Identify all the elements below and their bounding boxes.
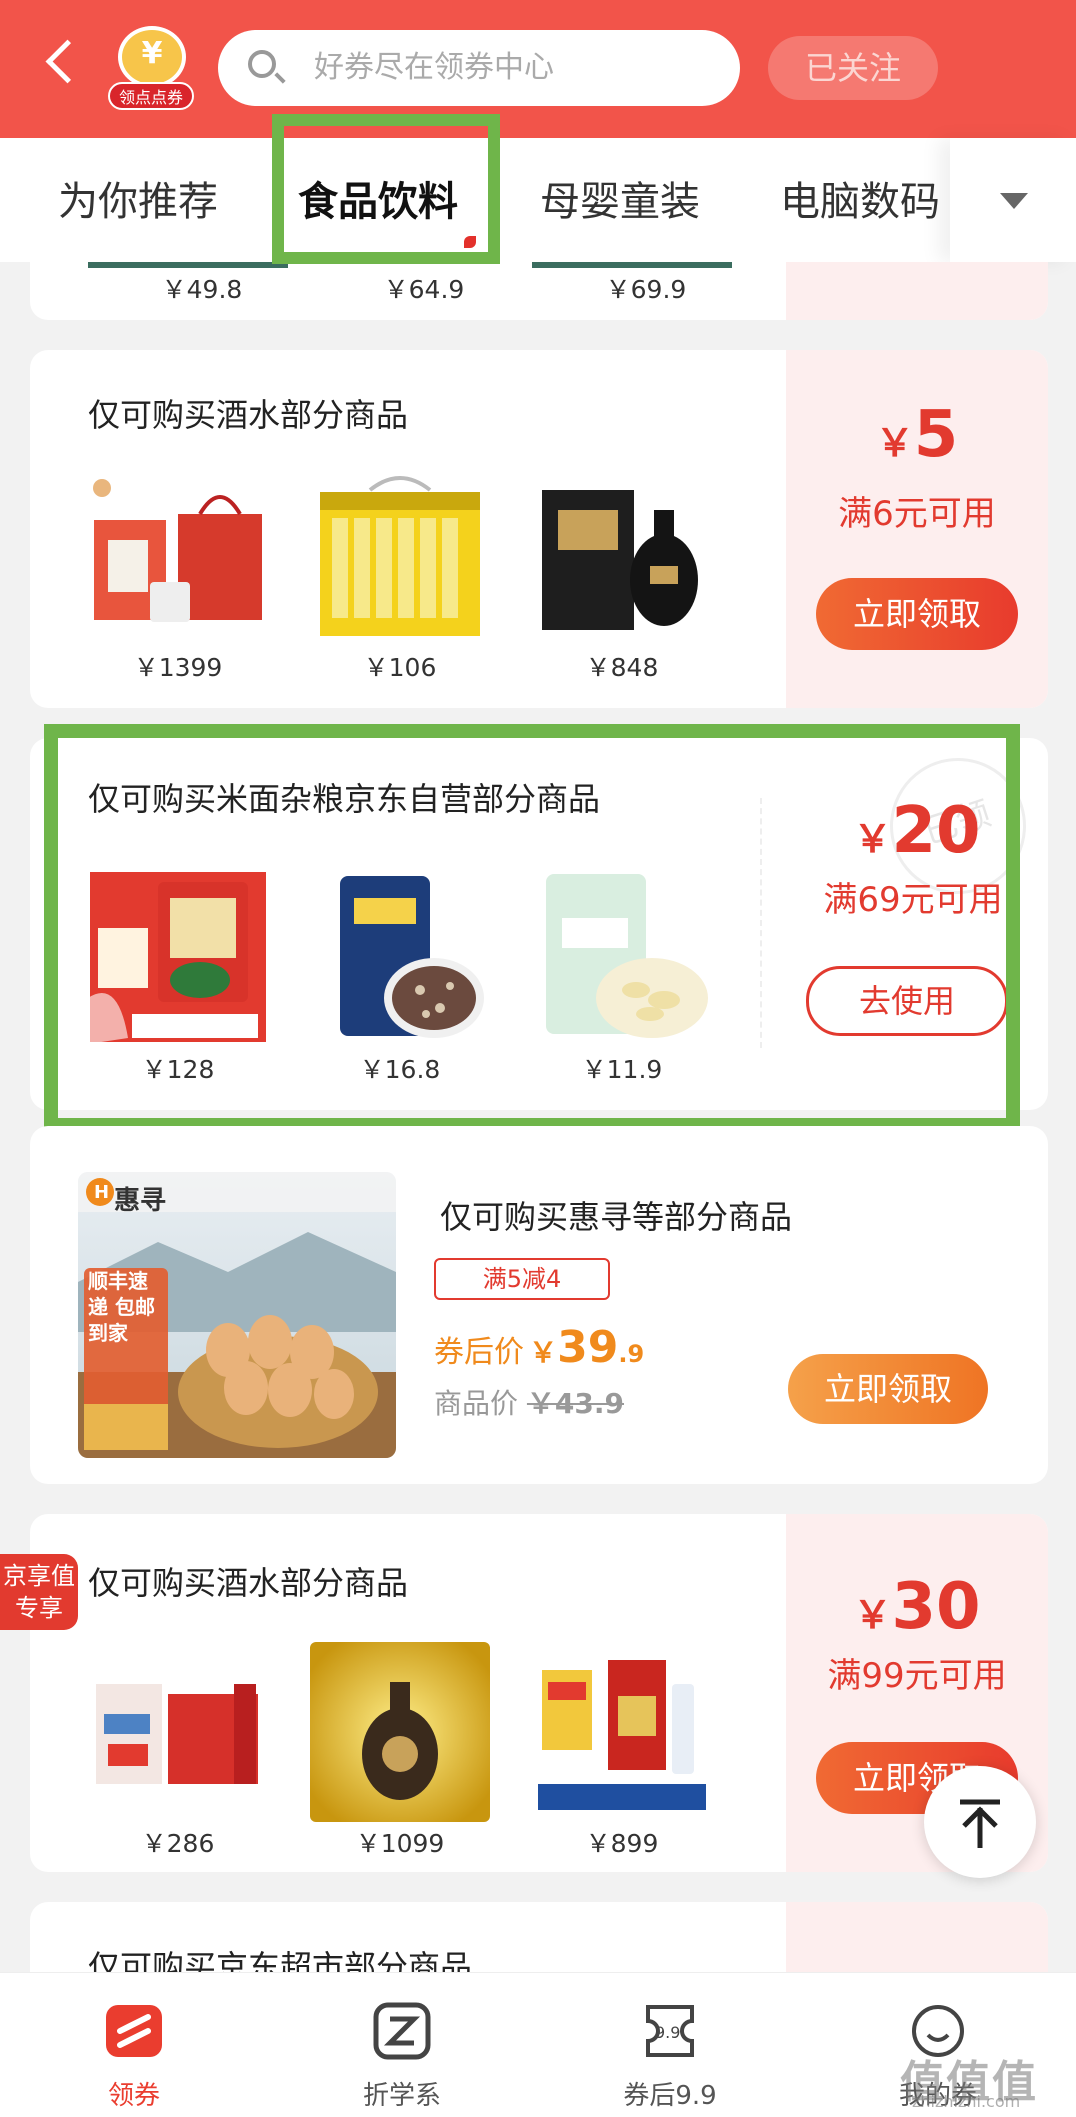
price-label: ￥899 [585,1829,659,1858]
coupon-side [786,262,1048,320]
nav-label: 领券 [107,2081,160,2111]
logo-label: 领点点券 [108,82,194,110]
product-thumb[interactable] [532,1644,712,1824]
coupon-amount: ￥5 [786,398,1048,472]
claim-button[interactable]: 立即领取 [788,1354,988,1424]
discount-tag: 满5减4 [434,1258,610,1300]
search-input[interactable]: 好券尽在领券中心 [218,30,740,106]
amount-value: 30 [891,1570,981,1644]
more-tabs-button[interactable] [950,138,1076,262]
product-thumb[interactable] [310,470,490,650]
after-price-dec: .9 [618,1340,645,1368]
category-tabs: 为你推荐 食品饮料 母婴童装 电脑数码 [0,138,1076,262]
original-price: 商品价 ￥43.9 [434,1382,624,1422]
coupon-side: ￥5 满6元可用 立即领取 [786,350,1048,708]
coupon-title: 仅可购买酒水部分商品 [88,1564,409,1602]
coupon-side [786,1902,1048,1982]
product-thumb [532,262,732,268]
price-label: ￥286 [141,1829,215,1858]
svg-text:9.9: 9.9 [655,2023,680,2042]
currency-symbol: ￥ [875,421,914,465]
ticket-icon [106,2005,162,2057]
price-label: ￥106 [363,653,437,682]
arrow-up-icon [960,1799,1000,1848]
coupon-title: 仅可购买酒水部分商品 [88,396,409,434]
exclusive-badge: 京享值 专享 [0,1554,78,1630]
price-label: ￥848 [585,653,659,682]
coupon-card-previous: ￥49.8 ￥64.9 ￥69.9 [30,262,1048,320]
product-thumb [88,262,288,268]
product-coupon-card[interactable]: H 惠寻 顺丰速递 包邮到家 仅可购买惠寻等部分商品 满5减4 券后价 ￥39.… [30,1126,1048,1484]
amount-value: 5 [913,398,959,472]
nav-item-after-coupon[interactable]: 9.9 券后9.9 [570,1973,770,2117]
original-price-label: 商品价 [434,1387,519,1420]
image-tag: 顺丰速递 包邮到家 [88,1269,155,1345]
highlight-box [272,114,500,264]
tab-mother-baby[interactable]: 母婴童装 [540,172,700,232]
price-tag-icon: 9.9 [646,2005,694,2057]
nav-item-coupons[interactable]: 领券 [34,1973,234,2117]
nav-label: 折学系 [362,2081,441,2111]
z-logo-icon [373,2002,431,2060]
svg-text:H: H [94,1182,109,1203]
tab-recommend[interactable]: 为你推荐 [58,172,218,232]
after-price-label: 券后价 [434,1335,524,1370]
watermark-url: zhizhizhi.com [912,2092,1021,2111]
coupon-title: 仅可购买惠寻等部分商品 [440,1198,793,1236]
header-bar: 领点点券 好券尽在领券中心 已关注 [0,0,1076,138]
nav-item-zhexuexi[interactable]: 折学系 [302,1973,502,2117]
claim-button[interactable]: 立即领取 [816,578,1018,650]
coupon-condition: 满6元可用 [838,494,996,534]
coupon-card[interactable]: 仅可购买酒水部分商品 ￥286 ￥1099 ￥899 ￥30 满99元可用 立即… [30,1514,1048,1872]
coupon-amount: ￥30 [786,1570,1048,1644]
coin-icon [118,26,186,88]
coupon-logo[interactable]: 领点点券 [108,26,194,112]
price-label: ￥49.8 [161,275,243,304]
follow-button[interactable]: 已关注 [768,36,938,100]
product-thumb[interactable] [310,1642,490,1822]
back-arrow-icon[interactable] [45,39,90,84]
currency-symbol: ￥ [853,1593,892,1637]
coupon-card[interactable]: 仅可购买酒水部分商品 ￥1399 ￥106 ￥848 ￥5 满6元可用 立即领取 [30,350,1048,708]
currency-symbol: ￥ [529,1336,558,1369]
search-placeholder: 好券尽在领券中心 [314,50,554,85]
tab-computer-digital[interactable]: 电脑数码 [780,172,940,232]
after-coupon-price: 券后价 ￥39.9 [434,1322,644,1373]
chevron-down-icon [1000,193,1028,209]
product-thumb[interactable] [88,1644,268,1824]
coupon-card[interactable]: 仅可购买京东超市部分商品 [30,1902,1048,1982]
nav-label: 券后9.9 [623,2081,717,2111]
product-thumb[interactable] [532,470,712,650]
highlight-box [44,724,1020,1132]
back-to-top-button[interactable] [924,1766,1036,1878]
product-thumb[interactable] [88,470,268,650]
price-label: ￥1399 [133,653,223,682]
coupon-condition: 满99元可用 [827,1656,1007,1696]
brand-name: 惠寻 [114,1186,167,1216]
price-label: ￥69.9 [605,275,687,304]
price-label: ￥64.9 [383,275,465,304]
original-price-value: ￥43.9 [526,1387,625,1420]
price-label: ￥1099 [355,1829,445,1858]
search-icon [248,50,276,78]
after-price-int: 39 [557,1322,619,1373]
